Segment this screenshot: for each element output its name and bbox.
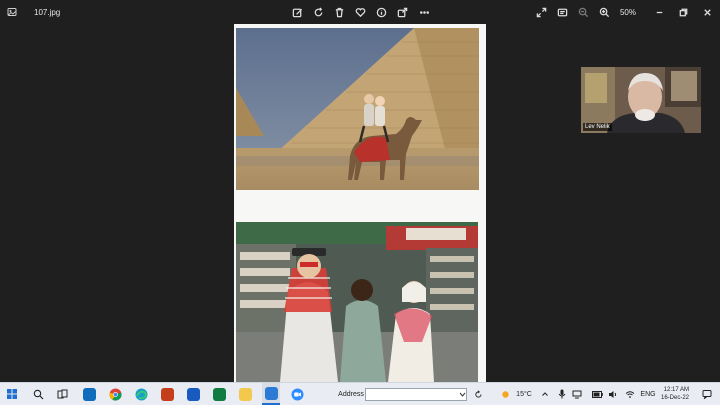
weather-icon[interactable]: [498, 383, 512, 405]
address-label: Address: [338, 390, 364, 398]
slideshow-icon[interactable]: [555, 0, 569, 24]
video-call-thumbnail[interactable]: Lev Nelik: [581, 67, 701, 133]
outlook-app-icon[interactable]: [81, 383, 97, 405]
rotate-icon[interactable]: [311, 0, 325, 24]
address-input[interactable]: [365, 387, 467, 401]
network-icon[interactable]: [571, 383, 583, 405]
minimize-icon[interactable]: [652, 0, 666, 24]
word-app-icon[interactable]: [185, 383, 201, 405]
more-options-icon[interactable]: [416, 0, 432, 24]
clock-time: 12:17 AM: [663, 387, 689, 393]
edit-image-icon[interactable]: [290, 0, 304, 24]
delete-icon[interactable]: [332, 0, 346, 24]
windows-taskbar: Address 15°C ENG 12:17 AM 16-Dec-22: [0, 382, 720, 405]
participant-name: Lev Nelik: [583, 123, 612, 131]
temperature-display[interactable]: 15°C: [513, 383, 535, 405]
photos-app-taskbar-icon[interactable]: [262, 383, 280, 405]
file-explorer-app-icon[interactable]: [237, 383, 253, 405]
zoom-level[interactable]: 50%: [616, 0, 640, 24]
windows-logo-icon: [7, 389, 17, 399]
title-bar: 107.jpg 50%: [0, 0, 720, 24]
microphone-icon[interactable]: [556, 383, 568, 405]
scanned-album-page: [234, 24, 486, 382]
wifi-icon[interactable]: [624, 383, 636, 405]
close-icon[interactable]: [700, 0, 714, 24]
powerpoint-app-icon[interactable]: [159, 383, 175, 405]
edge-app-icon[interactable]: [133, 383, 149, 405]
search-icon[interactable]: [30, 383, 46, 405]
zoom-in-icon[interactable]: [597, 0, 611, 24]
photos-app-icon: [4, 0, 20, 24]
address-dropdown-icon[interactable]: [456, 383, 468, 405]
volume-icon[interactable]: [607, 383, 619, 405]
favorite-heart-icon[interactable]: [353, 0, 367, 24]
info-icon[interactable]: [374, 0, 388, 24]
excel-app-icon[interactable]: [211, 383, 227, 405]
task-view-icon[interactable]: [54, 383, 70, 405]
battery-icon[interactable]: [591, 383, 603, 405]
notifications-icon[interactable]: [700, 383, 714, 405]
clock[interactable]: 12:17 AM 16-Dec-22: [659, 383, 691, 405]
start-button[interactable]: [4, 383, 20, 405]
clock-date: 16-Dec-22: [660, 395, 689, 401]
chrome-app-icon[interactable]: [107, 383, 123, 405]
photo-market-group: [236, 222, 478, 382]
address-go-icon[interactable]: [472, 383, 484, 405]
photo-camel-pyramid: [236, 28, 479, 190]
restore-icon[interactable]: [676, 0, 690, 24]
expand-icon[interactable]: [534, 0, 548, 24]
zoom-out-icon[interactable]: [576, 0, 590, 24]
show-hidden-icons-chevron-icon[interactable]: [539, 383, 551, 405]
zoom-app-icon[interactable]: [289, 383, 305, 405]
share-icon[interactable]: [395, 0, 409, 24]
address-bar[interactable]: [364, 383, 468, 405]
language-indicator[interactable]: ENG: [640, 383, 656, 405]
file-name: 107.jpg: [34, 7, 61, 17]
